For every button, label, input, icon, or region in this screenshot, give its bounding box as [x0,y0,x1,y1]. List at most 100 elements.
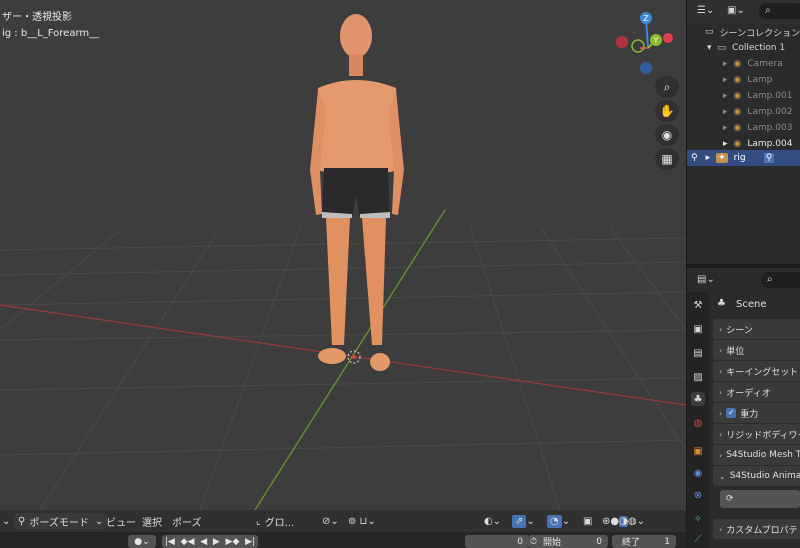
prev-keyframe-icon[interactable]: ◆◀ [181,537,195,547]
snap-icon[interactable]: ⊚ ⊔⌄ [348,510,376,532]
pivot-icon[interactable]: ⊘⌄ [322,510,339,532]
scene-tab-icon[interactable]: ♣ [691,392,705,406]
outliner-item-camera[interactable]: ▸ ◉ Camera [687,56,800,72]
output-tab-icon[interactable]: ▤ [691,346,705,360]
x-axis-icon[interactable] [663,33,673,43]
current-frame-field[interactable]: 0 [465,535,529,548]
expand-arrow-icon[interactable]: ▸ [723,139,728,149]
panel-audio[interactable]: › オーディオ [713,382,800,402]
filter-icon[interactable]: ▣⌄ [727,5,745,16]
chevron-down-icon: ⌄ [719,471,726,481]
expand-arrow-icon[interactable]: ▸ [723,123,728,133]
start-frame-field[interactable]: ⏱ 開始 0 [528,535,608,548]
navigation-gizmo[interactable]: Z Y [612,8,684,84]
menu-select[interactable]: 選択 [142,510,162,532]
armature-tab-icon[interactable]: ✧ [691,512,705,526]
panel-rigid-body-world[interactable]: › リジッドボディワー [713,424,800,444]
character-model[interactable] [310,14,404,371]
rendered-shading-icon[interactable]: ◍ [628,516,637,527]
world-tab-icon[interactable]: ◍ [691,416,705,430]
render-tab-icon[interactable]: ▣ [691,322,705,336]
expand-arrow-icon[interactable]: ▸ [723,75,728,85]
physics-tab-icon[interactable]: ◉ [691,466,705,480]
editor-type-icon[interactable]: ▤⌄ [697,274,715,285]
panel-s4studio-mesh[interactable]: › S4Studio Mesh T [713,445,800,465]
constraints-tab-icon[interactable]: ⊗ [691,488,705,502]
expand-arrow-icon[interactable]: ▸ [723,59,728,69]
pose-mode-icon: ⚲ [18,515,26,527]
play-reverse-icon[interactable]: ◀ [200,537,207,547]
wireframe-shading-icon[interactable]: ⊕ [602,516,610,527]
panel-gravity[interactable]: › ✓ 重力 [713,403,800,423]
refresh-button[interactable]: ⟳ [720,490,800,508]
outliner-item-lamp-003[interactable]: ▸ ◉ Lamp.003 [687,120,800,136]
editor-type-icon[interactable]: ⌄ [2,510,10,532]
negative-x-icon[interactable] [616,36,628,48]
expand-arrow-icon[interactable]: ▾ [707,43,712,53]
grid-icon[interactable]: ▦ [655,148,679,170]
collection-row[interactable]: ▾ ▭ Collection 1 [687,40,800,56]
xray-icon[interactable]: ▣ [583,510,592,532]
panel-keying-sets[interactable]: › キーイングセット [713,361,800,381]
solid-shading-icon[interactable]: ● [610,516,619,527]
view-layer-tab-icon[interactable]: ▨ [691,370,705,384]
viewport-info: ザー・透視投影 ig : b__L_Forearm__ [2,10,99,42]
hand-icon[interactable]: ✋ [655,100,679,122]
camera-icon[interactable]: ◉ [655,124,679,146]
visibility-icon[interactable]: ◐⌄ [484,510,501,532]
expand-arrow-icon[interactable]: ▸ [723,107,728,117]
panel-custom-properties[interactable]: › カスタムプロパテ [713,519,800,539]
orientation-label: グロ... [264,517,295,529]
expand-arrow-icon[interactable]: ▸ [706,153,711,163]
next-keyframe-icon[interactable]: ▶◆ [226,537,240,547]
panel-s4studio-animation[interactable]: ⌄ S4Studio Animat [713,466,800,486]
item-label: Lamp [747,75,773,85]
play-icon[interactable]: ▶ [213,537,220,547]
menu-view[interactable]: ビュー [106,510,136,532]
item-label: Lamp.004 [747,139,793,149]
chevron-right-icon: › [719,408,723,418]
bone-tab-icon[interactable]: ⟋ [691,532,705,546]
pose-data-icon[interactable]: ⚲ [763,153,775,163]
chevron-right-icon: › [719,324,723,334]
negative-z-icon[interactable] [640,62,652,74]
jump-start-icon[interactable]: |◀ [165,537,175,547]
y-axis-label: Y [653,36,659,45]
panel-scene[interactable]: › シーン [713,319,800,339]
playback-controls[interactable]: |◀ ◆◀ ◀ ▶ ▶◆ ▶| [162,535,258,548]
lamp-object-icon: ◉ [733,107,742,117]
chevron-right-icon: › [719,345,723,355]
collection-label: Collection 1 [732,43,786,53]
scene-collection-row[interactable]: ▭ シーンコレクション [687,24,800,40]
gravity-checkbox[interactable]: ✓ [726,408,737,418]
jump-end-icon[interactable]: ▶| [245,537,255,547]
mode-dropdown[interactable]: ⚲ ポーズモード ⌄ [14,513,108,529]
tool-tab-icon[interactable]: ⚒ [691,298,705,312]
panel-label: オーディオ [726,388,771,399]
display-mode-icon[interactable]: ☰⌄ [697,5,714,16]
overlay-toggle-icon[interactable]: ◔ ⌄ [547,510,570,532]
shading-modes[interactable]: ⊕ ● ◑ ◍ ⌄ [602,510,645,532]
expand-arrow-icon[interactable]: ▸ [723,91,728,101]
outliner-item-lamp-001[interactable]: ▸ ◉ Lamp.001 [687,88,800,104]
gizmo-toggle-icon[interactable]: ⇗ ⌄ [512,510,535,532]
panel-units[interactable]: › 単位 [713,340,800,360]
panel-label: S4Studio Animat [729,471,800,481]
outliner-item-rig[interactable]: ⚲ ▸ ✦ rig ⚲ [687,150,800,166]
object-tab-icon[interactable]: ▣ [691,444,705,458]
search-icon[interactable]: ⌕ [759,3,800,19]
lamp-object-icon: ◉ [733,123,742,133]
transform-orientation[interactable]: ⌞ グロ... [256,510,294,532]
menu-pose[interactable]: ポーズ [172,510,202,532]
outliner-item-lamp-002[interactable]: ▸ ◉ Lamp.002 [687,104,800,120]
3d-viewport[interactable]: ザー・透視投影 ig : b__L_Forearm__ Z Y ⌕ ✋ ◉ ▦ [0,0,686,510]
end-frame-field[interactable]: 終了 1 [612,535,676,548]
negative-y-icon[interactable] [631,39,645,53]
record-button[interactable]: ●⌄ [128,535,156,548]
pose-mode-icon[interactable]: ⚲ [691,153,698,163]
search-icon[interactable]: ⌕ [761,272,800,288]
zoom-icon[interactable]: ⌕ [655,76,679,98]
outliner-item-lamp[interactable]: ▸ ◉ Lamp [687,72,800,88]
material-shading-icon[interactable]: ◑ [619,515,628,527]
outliner[interactable]: ☰⌄ ▣⌄ ⌕ ▭ シーンコレクション ▾ ▭ Collection 1 ▸ ◉… [687,0,800,264]
